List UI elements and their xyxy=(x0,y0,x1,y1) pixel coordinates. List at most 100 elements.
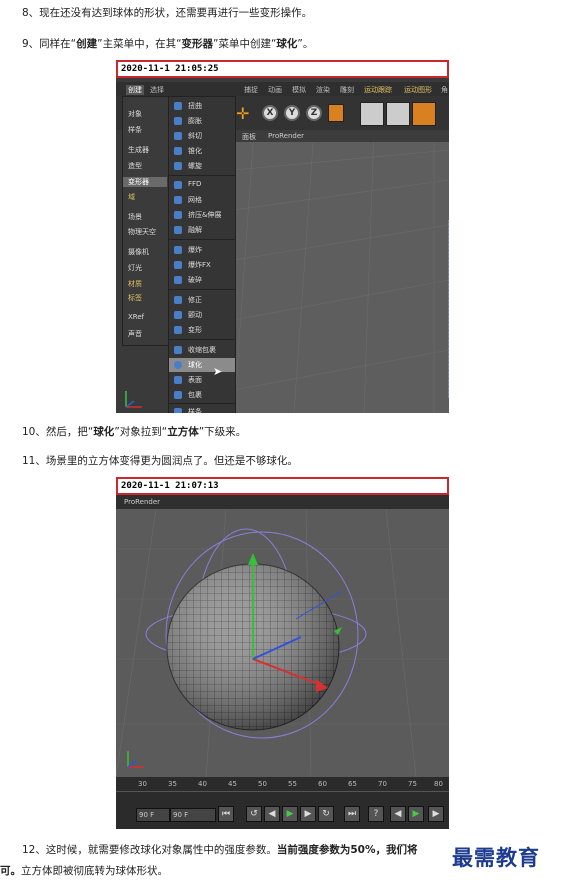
step-forward-icon[interactable]: ▶ xyxy=(300,806,316,822)
deformer-item[interactable]: 锥化 xyxy=(169,144,235,158)
z-axis-button[interactable]: Z xyxy=(306,105,322,121)
timeline-tick: 70 xyxy=(378,780,387,788)
deformer-icon xyxy=(174,181,182,189)
p9-bold-deformer: 变形器 xyxy=(181,38,214,50)
create-menu-item-deformer[interactable]: 变形器 xyxy=(123,177,167,187)
coordinate-system-icon[interactable] xyxy=(328,104,344,122)
frame-start-field[interactable]: 90 F xyxy=(136,808,170,822)
menu-item-select[interactable]: 选择 xyxy=(150,85,164,95)
y-axis-button[interactable]: Y xyxy=(284,105,300,121)
deformer-item[interactable]: 膨胀 xyxy=(169,114,235,128)
deformer-icon xyxy=(174,117,182,125)
deformer-item[interactable]: 螺旋 xyxy=(169,159,235,173)
render-settings-icon[interactable] xyxy=(412,102,436,126)
deformer-item[interactable]: 样条 xyxy=(169,405,235,413)
deformer-item[interactable]: 收缩包裹 xyxy=(169,343,235,357)
deformer-icon xyxy=(174,296,182,304)
go-to-start-icon[interactable]: ⏮ xyxy=(218,806,234,822)
deformer-icon xyxy=(174,196,182,204)
viewport-tab-prorender[interactable]: ProRender xyxy=(268,132,304,140)
timeline-ruler xyxy=(116,791,449,792)
deformer-item[interactable]: 网格 xyxy=(169,193,235,207)
create-menu-item[interactable]: 生成器 xyxy=(128,145,149,155)
frame-end-field[interactable]: 90 F xyxy=(170,808,216,822)
move-tool-icon[interactable]: ✛ xyxy=(236,104,249,123)
paragraph-11: 11、场景里的立方体变得更为圆润点了。但还是不够球化。 xyxy=(22,455,298,467)
deformer-item[interactable]: 破碎 xyxy=(169,273,235,287)
create-menu-item[interactable]: 样条 xyxy=(128,125,142,135)
render-picture-icon[interactable] xyxy=(386,102,410,126)
deformer-item[interactable]: 变形 xyxy=(169,323,235,337)
create-menu-item[interactable]: 标签 xyxy=(128,293,142,303)
deformer-icon xyxy=(174,346,182,354)
create-menu-item[interactable]: 摄像机 xyxy=(128,247,149,257)
timeline-tick: 30 xyxy=(138,780,147,788)
menu-item-mograph[interactable]: 运动图形 xyxy=(404,85,432,95)
deformer-item[interactable]: 颤动 xyxy=(169,308,235,322)
deformer-item[interactable]: 表面 xyxy=(169,373,235,387)
menu-item-create[interactable]: 创建 xyxy=(126,85,144,95)
create-menu-item[interactable]: 材质 xyxy=(128,279,142,289)
create-menu-item[interactable]: 声音 xyxy=(128,329,142,339)
key-prev-icon[interactable]: ◀ xyxy=(390,806,406,822)
next-key-icon[interactable]: ↻ xyxy=(318,806,334,822)
deformer-item[interactable]: 爆炸FX xyxy=(169,258,235,272)
deformer-label: 融解 xyxy=(188,226,202,234)
menu-item-more[interactable]: 角 xyxy=(441,85,448,95)
deformer-item[interactable]: 挤压&伸展 xyxy=(169,208,235,222)
deformer-label: 包裹 xyxy=(188,391,202,399)
deformer-item[interactable]: 爆炸 xyxy=(169,243,235,257)
deformer-item[interactable]: 修正 xyxy=(169,293,235,307)
x-axis-button[interactable]: X xyxy=(262,105,278,121)
p9-text: ”菜单中创建“ xyxy=(213,38,277,50)
timeline-tick: 80 xyxy=(434,780,443,788)
deformer-item[interactable]: 融解 xyxy=(169,223,235,237)
deformer-icon xyxy=(174,132,182,140)
deformer-item[interactable]: FFD xyxy=(169,178,235,192)
render-view-icon[interactable] xyxy=(360,102,384,126)
menu-item-simulate[interactable]: 模拟 xyxy=(292,85,306,95)
viewport-tab-panel[interactable]: 面板 xyxy=(242,132,256,142)
viewport-header: 面板 ProRender xyxy=(234,130,449,142)
rounded-cube xyxy=(448,220,449,398)
create-menu-item[interactable]: XRef xyxy=(128,313,144,321)
menu-item-animate[interactable]: 动画 xyxy=(268,85,282,95)
create-menu-item[interactable]: 场景 xyxy=(128,212,142,222)
menu-item-render[interactable]: 渲染 xyxy=(316,85,330,95)
record-icon[interactable]: ? xyxy=(368,806,384,822)
deformer-menu: 扭曲 膨胀 斜切 锥化 螺旋 FFD 网格 挤压&伸展 融解 爆炸 爆炸FX 破… xyxy=(168,96,236,413)
create-menu-item[interactable]: 造型 xyxy=(128,161,142,171)
viewport-tab-prorender[interactable]: ProRender xyxy=(124,498,160,506)
p10-text: ”下级来。 xyxy=(198,426,247,438)
screenshot-spherify-result: 2020-11-1 21:07:13 ProRender 30 35 40 45… xyxy=(116,477,449,829)
go-to-end-icon[interactable]: ⏭ xyxy=(344,806,360,822)
y-axis-arrow-icon[interactable] xyxy=(248,553,258,565)
deformer-label: 颤动 xyxy=(188,311,202,319)
create-menu-item[interactable]: 物理天空 xyxy=(128,227,156,237)
menu-item-snap[interactable]: 捕捉 xyxy=(244,85,258,95)
menu-item-sculpt[interactable]: 雕刻 xyxy=(340,85,354,95)
deformer-item[interactable]: 扭曲 xyxy=(169,99,235,113)
viewport-header: ProRender xyxy=(116,495,449,509)
play-icon[interactable]: ▶ xyxy=(282,806,298,822)
viewport[interactable] xyxy=(233,129,449,413)
menu-item-motion-tracking[interactable]: 运动跟踪 xyxy=(364,85,392,95)
key-next-icon[interactable]: ▶ xyxy=(428,806,444,822)
deformer-label: 表面 xyxy=(188,376,202,384)
create-menu-item[interactable]: 域 xyxy=(128,192,135,202)
top-menu-bar: 创建 选择 捕捉 动画 模拟 渲染 雕刻 运动跟踪 运动图形 角 xyxy=(116,82,449,96)
menu-divider xyxy=(169,403,235,404)
deformer-icon xyxy=(174,276,182,284)
deformer-item[interactable]: 包裹 xyxy=(169,388,235,402)
step-back-icon[interactable]: ◀ xyxy=(264,806,280,822)
deformer-icon xyxy=(174,147,182,155)
key-play-icon[interactable]: ▶ xyxy=(408,806,424,822)
deformer-item-spherify[interactable]: 球化 xyxy=(169,358,235,372)
viewport[interactable] xyxy=(116,508,449,778)
timeline-tick: 50 xyxy=(258,780,267,788)
deformer-label: 收缩包裹 xyxy=(188,346,216,354)
create-menu-item[interactable]: 对象 xyxy=(128,109,142,119)
create-menu-item[interactable]: 灯光 xyxy=(128,263,142,273)
deformer-item[interactable]: 斜切 xyxy=(169,129,235,143)
previous-key-icon[interactable]: ↺ xyxy=(246,806,262,822)
